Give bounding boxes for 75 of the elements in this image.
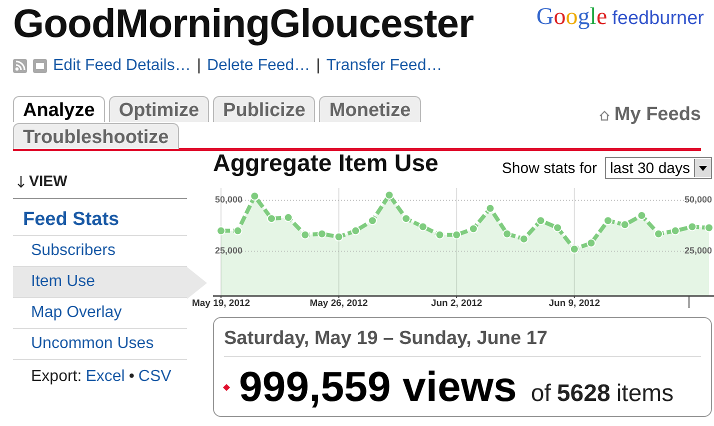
caret-icon — [699, 166, 707, 170]
data-point — [586, 238, 596, 248]
home-icon — [599, 110, 610, 120]
section-heading: Feed Stats — [13, 199, 187, 236]
feedburner-logo: feedburner — [612, 8, 704, 30]
data-point — [604, 216, 613, 226]
data-point — [300, 230, 310, 240]
date-range: Saturday, May 19 – Sunday, June 17 — [224, 328, 701, 357]
data-point — [368, 216, 377, 226]
data-point — [266, 214, 276, 224]
data-point — [570, 244, 579, 254]
feed-action-link[interactable]: Delete Feed… — [207, 57, 310, 75]
items-count: 5628 — [556, 380, 610, 408]
tab[interactable]: Troubleshootize — [13, 123, 179, 149]
bullet: • — [128, 368, 134, 386]
selection-arrow — [187, 267, 207, 299]
feed-title: GoodMorningGloucester — [13, 2, 474, 47]
y-axis-label: 25,000 — [215, 246, 243, 256]
data-point — [654, 229, 664, 238]
data-point — [334, 232, 344, 242]
x-axis-label: Jun 9, 2012 — [548, 298, 600, 309]
range-dropdown[interactable]: last 30 days — [604, 157, 712, 179]
data-point — [435, 230, 444, 240]
data-point — [250, 192, 260, 201]
window-icon[interactable] — [33, 59, 47, 73]
down-arrow-icon — [17, 174, 25, 188]
feed-action-link[interactable]: Edit Feed Details… — [53, 57, 191, 75]
sidebar-item[interactable]: Uncommon Uses — [13, 329, 187, 360]
data-point — [519, 234, 528, 244]
feed-action-link[interactable]: Transfer Feed… — [326, 57, 442, 75]
data-point — [637, 211, 646, 220]
data-point — [468, 224, 478, 234]
data-point — [284, 213, 293, 222]
view-heading: VIEW — [29, 173, 68, 190]
data-point — [351, 226, 360, 236]
items-label: items — [616, 380, 674, 408]
data-point — [233, 226, 242, 236]
data-point — [688, 222, 697, 232]
marker-icon — [222, 383, 230, 391]
data-point — [384, 190, 394, 200]
data-point — [670, 226, 680, 236]
of-label: of — [530, 380, 551, 408]
data-point — [536, 216, 546, 226]
x-axis-label: Jun 2, 2012 — [430, 298, 482, 309]
data-point — [486, 204, 495, 213]
rss-icon[interactable] — [13, 59, 27, 73]
views-total: 999,559 views — [239, 363, 517, 411]
data-point — [502, 229, 512, 238]
tab[interactable]: Optimize — [108, 96, 210, 122]
sidebar-item[interactable]: Item Use — [13, 267, 187, 298]
export-link[interactable]: Excel — [86, 368, 125, 386]
chart-title: Aggregate Item Use — [213, 150, 438, 178]
x-axis-label: May 26, 2012 — [310, 298, 368, 309]
x-axis-label: May 19, 2012 — [192, 298, 250, 309]
tab[interactable]: Publicize — [213, 96, 316, 122]
data-point — [452, 230, 462, 240]
sidebar-item[interactable]: Map Overlay — [13, 298, 187, 329]
export-label: Export: — [31, 368, 82, 386]
separator: | — [316, 57, 320, 75]
separator: | — [196, 57, 201, 75]
data-point — [620, 220, 630, 230]
data-point — [402, 214, 411, 224]
data-point — [216, 226, 226, 236]
my-feeds-link[interactable]: My Feeds — [614, 104, 701, 126]
tab[interactable]: Monetize — [319, 96, 421, 122]
export-link[interactable]: CSV — [138, 368, 172, 386]
tab[interactable]: Analyze — [13, 96, 105, 122]
data-point — [553, 223, 562, 232]
y-axis-label: 50,000 — [215, 194, 243, 205]
y-axis-label: 25,000 — [684, 246, 712, 256]
google-logo: Google — [536, 4, 608, 31]
y-axis-label: 50,000 — [684, 194, 712, 205]
data-point — [317, 229, 326, 238]
range-label: Show stats for — [502, 160, 597, 176]
data-point — [418, 222, 428, 232]
